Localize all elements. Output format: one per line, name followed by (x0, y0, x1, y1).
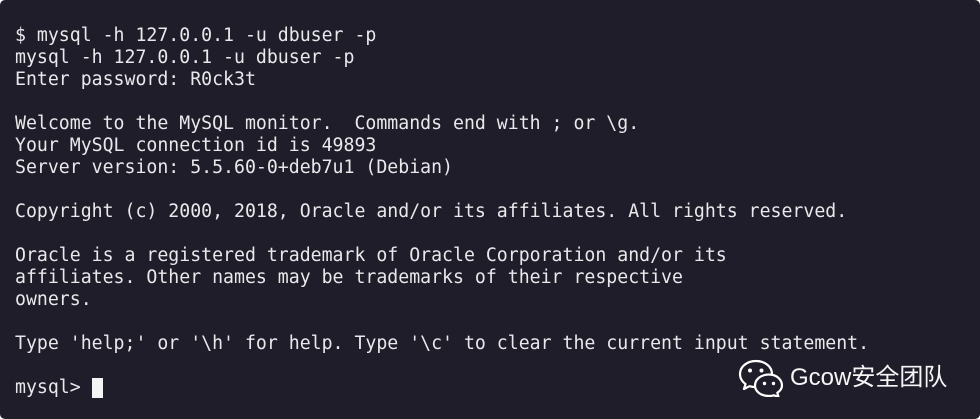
mysql-prompt-input[interactable]: mysql> (15, 377, 980, 399)
echoed-command-line: mysql -h 127.0.0.1 -u dbuser -p (15, 47, 355, 68)
text-cursor (91, 378, 103, 398)
copyright-line: Copyright (c) 2000, 2018, Oracle and/or … (15, 201, 848, 222)
trademark-line: owners. (15, 289, 92, 310)
trademark-line: affiliates. Other names may be trademark… (15, 267, 683, 288)
server-version-line: Server version: 5.5.60-0+deb7u1 (Debian) (15, 157, 453, 178)
welcome-line: Welcome to the MySQL monitor. Commands e… (15, 113, 640, 134)
shell-command-line: $ mysql -h 127.0.0.1 -u dbuser -p (15, 25, 377, 46)
help-hint-line: Type 'help;' or '\h' for help. Type '\c'… (15, 333, 870, 354)
terminal-window: $ mysql -h 127.0.0.1 -u dbuser -p mysql … (0, 0, 980, 419)
password-line: Enter password: R0ck3t (15, 69, 256, 90)
terminal-output[interactable]: $ mysql -h 127.0.0.1 -u dbuser -p mysql … (0, 0, 980, 419)
mysql-prompt: mysql> (15, 377, 81, 398)
connection-id-line: Your MySQL connection id is 49893 (15, 135, 377, 156)
trademark-line: Oracle is a registered trademark of Orac… (15, 245, 727, 266)
